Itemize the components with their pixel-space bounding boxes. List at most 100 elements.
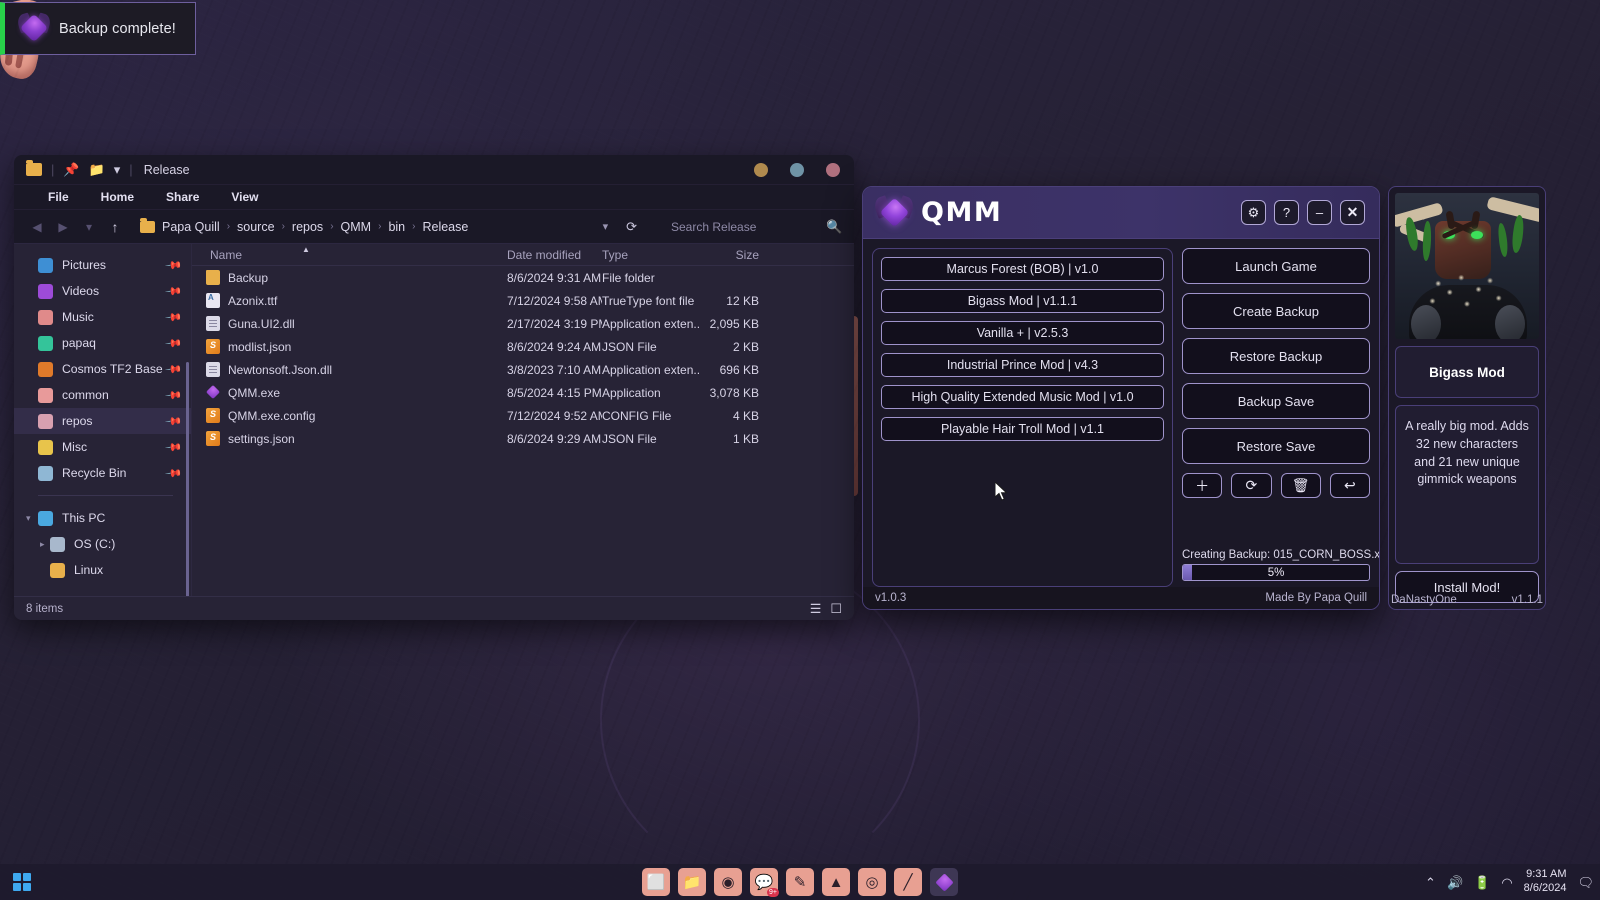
notification-toast[interactable]: Backup complete!: [0, 2, 196, 55]
pin-icon[interactable]: 📌: [165, 464, 184, 482]
chevron-up-icon[interactable]: ⌃: [1425, 876, 1436, 889]
battery-icon[interactable]: 🔋: [1474, 876, 1490, 889]
menu-view[interactable]: View: [215, 190, 274, 204]
notifications-icon[interactable]: 🗨: [1577, 876, 1594, 889]
taskbar-app-messenger[interactable]: 💬 9+: [750, 868, 779, 897]
actions-column[interactable]: Launch Game Create Backup Restore Backup Ba…: [1182, 248, 1379, 587]
pin-icon[interactable]: 📌: [165, 256, 184, 274]
pin-icon[interactable]: 📌: [165, 282, 184, 300]
settings-button[interactable]: ⚙: [1241, 200, 1266, 225]
uninstall-mod-button[interactable]: ↩: [1329, 473, 1370, 498]
breadcrumb-item[interactable]: repos: [292, 220, 323, 234]
expand-caret-icon[interactable]: ▾: [26, 513, 31, 524]
table-row[interactable]: settings.json 8/6/2024 9:29 AMJSON File 1 …: [192, 427, 854, 450]
pin-icon[interactable]: 📌: [165, 360, 184, 378]
close-button[interactable]: [826, 163, 840, 177]
breadcrumb-item[interactable]: bin: [388, 220, 405, 234]
volume-icon[interactable]: 🔊: [1447, 876, 1463, 889]
help-button[interactable]: ?: [1274, 200, 1299, 225]
sidebar-item-this-pc[interactable]: ▾ This PC: [14, 505, 191, 531]
sidebar-item-videos[interactable]: Videos 📌: [14, 278, 191, 304]
table-row[interactable]: Guna.UI2.dll 2/17/2024 3:19 PM Application…: [192, 312, 854, 335]
details-view-icon[interactable]: ☐: [830, 601, 842, 617]
table-row[interactable]: QMM.exe 8/5/2024 4:15 PM Application 3,078 …: [192, 381, 854, 404]
mod-list-item-1[interactable]: Bigass Mod | v1.1.1: [881, 289, 1164, 313]
mod-list-item-3[interactable]: Industrial Prince Mod | v4.3: [881, 353, 1164, 377]
up-button[interactable]: ↑: [102, 219, 128, 235]
taskbar-app-discord[interactable]: ⬜: [642, 868, 670, 896]
sidebar-item-common[interactable]: common 📌: [14, 382, 191, 408]
pin-icon[interactable]: 📌: [165, 308, 184, 326]
pin-icon[interactable]: 📌: [165, 438, 184, 456]
taskbar-app-qmm[interactable]: [930, 868, 958, 896]
list-view-icon[interactable]: ☰: [810, 601, 822, 617]
mod-info-panel[interactable]: Bigass Mod A really big mod. Adds 32 new…: [1388, 186, 1546, 610]
minimize-button[interactable]: [754, 163, 768, 177]
file-list-area[interactable]: ▲ Name Date modified Type Size Backup 8/6…: [192, 244, 854, 596]
system-tray[interactable]: ⌃ 🔊 🔋 ◠ 9:31 AM 8/6/2024 🗨: [1425, 864, 1594, 900]
sidebar-scrollbar[interactable]: [186, 362, 189, 596]
sidebar-item-pictures[interactable]: Pictures 📌: [14, 252, 191, 278]
explorer-sidebar[interactable]: Pictures 📌 Videos 📌 Music 📌 papaq 📌 Cosmos TF2 B…: [14, 244, 192, 596]
search-box[interactable]: 🔍: [659, 214, 844, 240]
taskbar-app-blender[interactable]: ▲: [822, 868, 850, 896]
restore-save-button[interactable]: Restore Save: [1182, 428, 1370, 464]
table-row[interactable]: Backup 8/6/2024 9:31 AM File folder: [192, 266, 854, 289]
pin-icon[interactable]: 📌: [165, 334, 184, 352]
search-input[interactable]: [671, 219, 826, 234]
qmm-window[interactable]: QMM ⚙? – ✕ Marcus Forest (BOB) | v1.0 Bigas…: [862, 186, 1380, 610]
table-row[interactable]: Azonix.ttf 7/12/2024 9:58 AMTrueType font…: [192, 289, 854, 312]
mod-list-item-5[interactable]: Playable Hair Troll Mod | v1.1: [881, 417, 1164, 441]
menu-home[interactable]: Home: [85, 190, 150, 204]
taskbar-app-explorer[interactable]: 📁: [678, 868, 706, 896]
mod-list-item-4[interactable]: High Quality Extended Music Mod | v1.0: [881, 385, 1164, 409]
start-button[interactable]: [8, 868, 36, 896]
taskbar-app-paint[interactable]: ╱: [894, 868, 922, 896]
forward-button[interactable]: ▶: [50, 220, 76, 234]
wifi-icon[interactable]: ◠: [1501, 876, 1512, 889]
taskbar-app-spotify[interactable]: ◉: [714, 868, 742, 896]
taskbar[interactable]: ⬜ 📁 ◉ 💬 9+ ✎ ▲ ◎ ╱ ⌃ 🔊 🔋 ◠ 9:31 AM 8/6/2024 🗨: [0, 864, 1600, 900]
clock[interactable]: 9:31 AM 8/6/2024: [1524, 868, 1567, 896]
breadcrumb-item[interactable]: source: [237, 220, 275, 234]
table-row[interactable]: modlist.json 8/6/2024 9:24 AMJSON File 2 K…: [192, 335, 854, 358]
mod-list-item-0[interactable]: Marcus Forest (BOB) | v1.0: [881, 257, 1164, 281]
file-list-header[interactable]: ▲ Name Date modified Type Size: [192, 244, 854, 266]
breadcrumb-item[interactable]: Papa Quill: [162, 220, 220, 234]
column-header-size[interactable]: Size: [699, 248, 759, 262]
qmm-titlebar[interactable]: QMM ⚙? – ✕: [863, 187, 1379, 239]
breadcrumb[interactable]: Papa Quill › source › repos › QMM › bin › Release: [162, 220, 468, 234]
sidebar-item-linux[interactable]: Linux: [14, 557, 191, 583]
table-row[interactable]: QMM.exe.config 7/12/2024 9:52 AMCONFIG Fi…: [192, 404, 854, 427]
add-mod-button[interactable]: ＋: [1182, 473, 1223, 498]
explorer-titlebar[interactable]: | 📌 📁 ▾ | Release: [14, 155, 854, 185]
file-explorer-window[interactable]: | 📌 📁 ▾ | Release File Home Share View ◀…: [14, 155, 854, 620]
restore-backup-button[interactable]: Restore Backup: [1182, 338, 1370, 374]
expand-caret-icon[interactable]: ▸: [40, 539, 45, 550]
delete-mod-button[interactable]: 🗑: [1280, 473, 1321, 498]
taskbar-app-steam[interactable]: ✎: [786, 868, 814, 896]
backup-save-button[interactable]: Backup Save: [1182, 383, 1370, 419]
create-backup-button[interactable]: Create Backup: [1182, 293, 1370, 329]
mod-list-panel[interactable]: Marcus Forest (BOB) | v1.0 Bigass Mod | v…: [872, 248, 1173, 587]
sidebar-item-os-c-[interactable]: ▸ OS (C:): [14, 531, 191, 557]
launch-game-button[interactable]: Launch Game: [1182, 248, 1370, 284]
mod-tool-buttons[interactable]: ＋ ⟳ 🗑 ↩: [1182, 473, 1370, 498]
breadcrumb-item[interactable]: Release: [422, 220, 468, 234]
pin-icon[interactable]: 📌: [63, 163, 79, 176]
maximize-button[interactable]: [790, 163, 804, 177]
breadcrumb-item[interactable]: QMM: [341, 220, 372, 234]
refresh-mods-button[interactable]: ⟳: [1231, 473, 1272, 498]
column-header-name[interactable]: Name: [192, 248, 507, 262]
sidebar-item-repos[interactable]: repos 📌: [14, 408, 191, 434]
refresh-icon[interactable]: ⟳: [618, 219, 645, 235]
pin-icon[interactable]: 📌: [165, 386, 184, 404]
sidebar-item-cosmos-tf2-base[interactable]: Cosmos TF2 Base 📌: [14, 356, 191, 382]
search-icon[interactable]: 🔍: [826, 219, 842, 235]
explorer-menubar[interactable]: File Home Share View: [14, 185, 854, 210]
explorer-address-bar[interactable]: ◀ ▶ ▾ ↑ Papa Quill › source › repos › QMM › bin ›…: [14, 210, 854, 244]
menu-file[interactable]: File: [32, 190, 85, 204]
table-row[interactable]: Newtonsoft.Json.dll 3/8/2023 7:10 AM Appli…: [192, 358, 854, 381]
window-controls[interactable]: [754, 155, 840, 185]
menu-share[interactable]: Share: [150, 190, 215, 204]
